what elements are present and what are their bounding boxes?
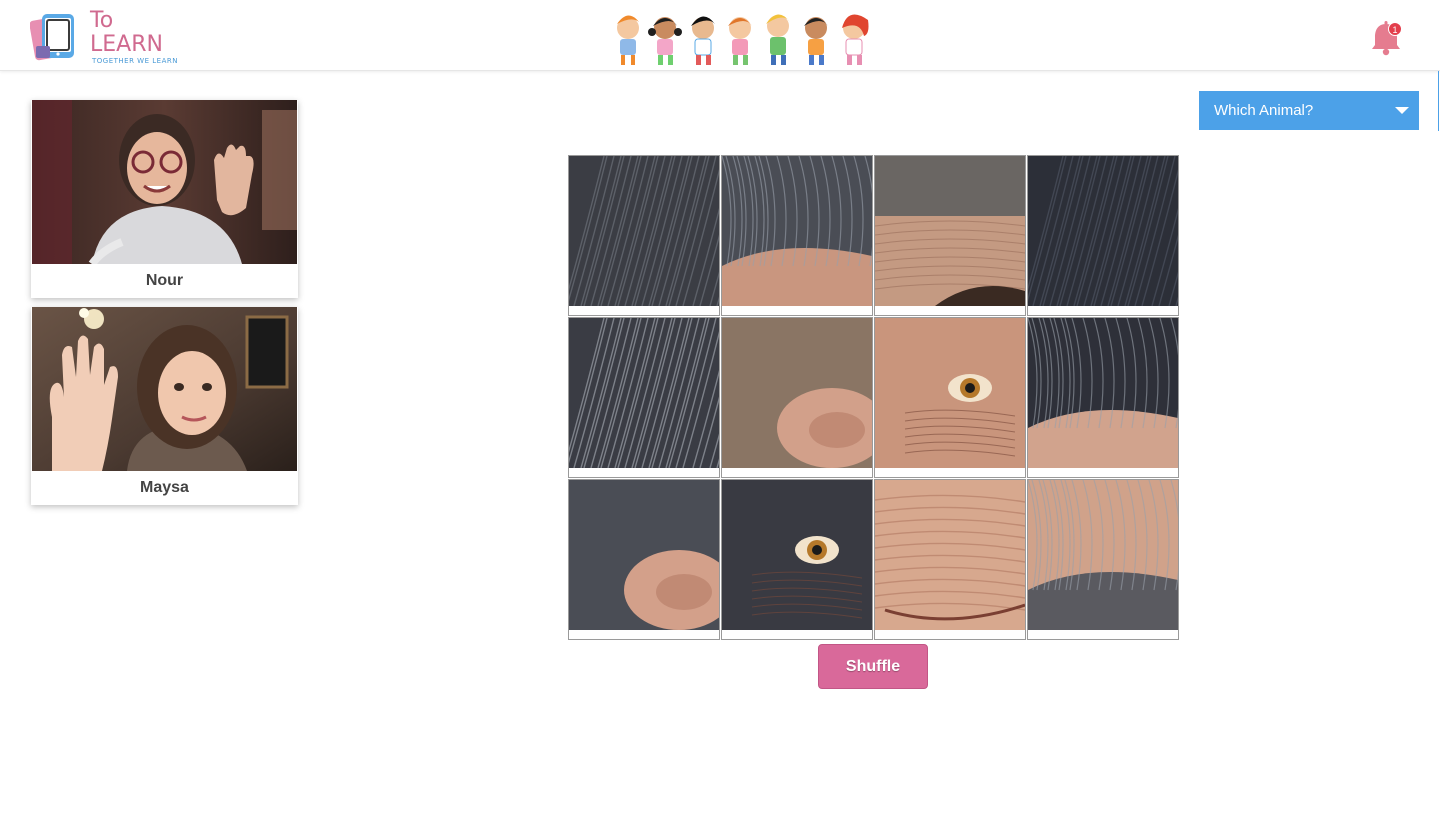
puzzle-piece[interactable] xyxy=(874,155,1026,316)
participant-video-card[interactable]: Maysa xyxy=(31,307,298,505)
puzzle-piece[interactable] xyxy=(1027,479,1179,640)
puzzle-piece[interactable] xyxy=(721,155,873,316)
chimpanzee-image-fragment xyxy=(722,156,872,306)
participant-video-feed xyxy=(32,100,297,264)
chimpanzee-image-fragment xyxy=(1028,480,1178,630)
chimpanzee-image-fragment xyxy=(569,318,719,468)
chimpanzee-image-fragment xyxy=(875,480,1025,630)
puzzle-piece[interactable] xyxy=(721,317,873,478)
puzzle-piece[interactable] xyxy=(568,317,720,478)
animal-select-label: Which Animal? xyxy=(1214,102,1314,119)
chimpanzee-image-fragment xyxy=(722,480,872,630)
kids-banner-illustration xyxy=(608,6,878,68)
right-panel-edge xyxy=(1438,71,1439,131)
puzzle-piece[interactable] xyxy=(568,479,720,640)
participant-video-card[interactable]: Nour xyxy=(31,100,298,298)
chimpanzee-image-fragment xyxy=(875,318,1025,468)
shuffle-button[interactable]: Shuffle xyxy=(818,644,928,689)
participant-video-feed xyxy=(32,307,297,471)
participant-name: Maysa xyxy=(140,479,189,496)
chimpanzee-image-fragment xyxy=(569,156,719,306)
chimpanzee-image-fragment xyxy=(1028,318,1178,468)
animal-select-dropdown[interactable]: Which Animal? xyxy=(1199,91,1419,130)
puzzle-piece[interactable] xyxy=(1027,155,1179,316)
puzzle-piece[interactable] xyxy=(874,317,1026,478)
chimpanzee-image-fragment xyxy=(569,480,719,630)
top-navbar: To LEARN TOGETHER WE LEARN 1 xyxy=(0,0,1440,71)
puzzle-piece[interactable] xyxy=(1027,317,1179,478)
participant-name: Nour xyxy=(145,272,184,289)
puzzle-piece[interactable] xyxy=(874,479,1026,640)
chevron-down-icon xyxy=(1395,107,1409,114)
app-logo[interactable]: To LEARN TOGETHER WE LEARN xyxy=(29,8,190,65)
logo-subtitle: TOGETHER WE LEARN xyxy=(92,57,178,65)
chimpanzee-image-fragment xyxy=(875,156,1025,306)
chimpanzee-image-fragment xyxy=(722,318,872,468)
tablet-logo-icon xyxy=(29,10,84,64)
notification-count-badge: 1 xyxy=(1388,22,1402,36)
jigsaw-puzzle-board xyxy=(568,155,1181,642)
chimpanzee-image-fragment xyxy=(1028,156,1178,306)
notifications-button[interactable]: 1 xyxy=(1368,20,1408,56)
logo-title: To LEARN xyxy=(90,8,163,57)
puzzle-piece[interactable] xyxy=(568,155,720,316)
puzzle-piece[interactable] xyxy=(721,479,873,640)
